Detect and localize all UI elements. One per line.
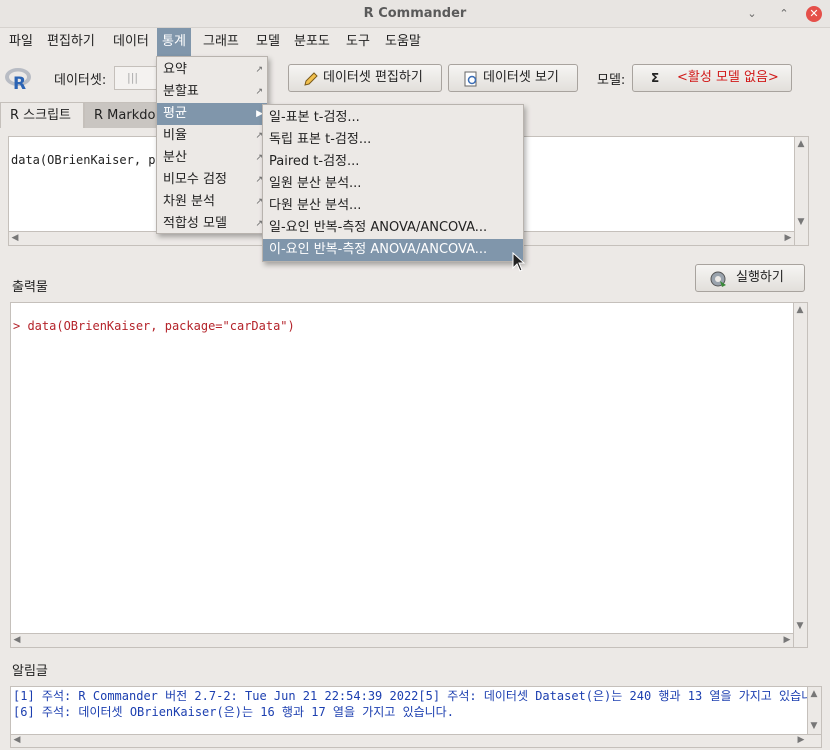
dataset-label: 데이터셋: xyxy=(54,73,107,88)
stats-item-label: 적합성 모델 xyxy=(163,216,227,231)
close-icon[interactable]: ✕ xyxy=(806,6,822,22)
pencil-icon xyxy=(304,72,318,86)
run-button-label: 실행하기 xyxy=(736,270,784,285)
output-line: > data(OBrienKaiser, package="carData") xyxy=(13,319,295,333)
output-horizontal-scrollbar[interactable]: ◀ ▶ xyxy=(11,633,793,647)
stats-item-means[interactable]: 평균 ▶ xyxy=(157,103,267,125)
r-logo-icon: R xyxy=(5,68,31,92)
sigma-icon: Σ xyxy=(651,71,660,85)
stats-item-label: 비모수 검정 xyxy=(163,172,227,187)
edit-dataset-button[interactable]: 데이터셋 편집하기 xyxy=(288,64,442,92)
view-document-icon xyxy=(464,71,477,87)
stats-item-label: 분할표 xyxy=(163,84,199,99)
stats-item-summaries[interactable]: 요약 ↗ xyxy=(157,59,267,81)
means-item-independent-t[interactable]: 독립 표본 t-검정... xyxy=(263,129,523,151)
output-vertical-scrollbar[interactable]: ▲ ▼ xyxy=(793,303,807,647)
stats-item-label: 평균 xyxy=(163,106,187,121)
stats-item-proportions[interactable]: 비율 ↗ xyxy=(157,125,267,147)
toolbar: R 데이터셋: ||| 데이터셋 편집하기 데이터셋 보기 모델: Σ <활성 … xyxy=(0,58,830,100)
means-item-paired-t[interactable]: Paired t-검정... xyxy=(263,151,523,173)
model-selector[interactable]: Σ <활성 모델 없음> xyxy=(632,64,792,92)
scroll-up-icon[interactable]: ▲ xyxy=(795,139,807,149)
messages-pane[interactable]: [1] 주석: R Commander 버전 2.7-2: Tue Jun 21… xyxy=(10,686,822,748)
menu-edit[interactable]: 편집하기 xyxy=(42,28,100,56)
means-item-one-sample-t[interactable]: 일-표본 t-검정... xyxy=(263,107,523,129)
means-item-one-factor-repeated[interactable]: 일-요인 반복-측정 ANOVA/ANCOVA... xyxy=(263,217,523,239)
maximize-icon[interactable]: ⌃ xyxy=(776,6,792,22)
scroll-left-icon[interactable]: ◀ xyxy=(9,233,21,243)
statistics-menu: 요약 ↗ 분할표 ↗ 평균 ▶ 비율 ↗ 분산 ↗ 비모수 검정 ↗ 차원 분석 ↗ 적합성 … xyxy=(156,56,268,234)
messages-horizontal-scrollbar[interactable]: ◀ ▶ xyxy=(11,734,821,747)
messages-vertical-scrollbar[interactable]: ▲ ▼ xyxy=(807,687,821,735)
scroll-up-icon[interactable]: ▲ xyxy=(808,689,820,699)
means-item-multi-way-anova[interactable]: 다원 분산 분석... xyxy=(263,195,523,217)
submenu-arrow-icon: ↗ xyxy=(255,65,263,75)
menu-distributions[interactable]: 분포도 xyxy=(289,28,335,56)
run-button[interactable]: 실행하기 xyxy=(695,264,805,292)
tab-r-script[interactable]: R 스크립트 xyxy=(0,102,84,128)
scroll-right-icon[interactable]: ▶ xyxy=(781,635,793,645)
stats-item-label: 분산 xyxy=(163,150,187,165)
output-label: 출력물 xyxy=(12,280,48,295)
scroll-down-icon[interactable]: ▼ xyxy=(808,721,820,731)
model-label: 모델: xyxy=(597,73,626,88)
menu-models[interactable]: 모델 xyxy=(251,28,285,56)
means-item-two-factor-repeated[interactable]: 이-요인 반복-측정 ANOVA/ANCOVA... xyxy=(263,239,523,261)
scroll-right-icon[interactable]: ▶ xyxy=(782,233,794,243)
stats-item-fit-models[interactable]: 적합성 모델 ↗ xyxy=(157,213,267,235)
message-line: [6] 주석: 데이터셋 OBrienKaiser(은)는 16 행과 17 열… xyxy=(13,705,454,719)
menu-help[interactable]: 도움말 xyxy=(380,28,426,56)
menu-tools[interactable]: 도구 xyxy=(341,28,375,56)
dataset-selector[interactable]: ||| xyxy=(114,66,158,90)
gear-run-icon xyxy=(710,271,726,287)
stats-item-variances[interactable]: 분산 ↗ xyxy=(157,147,267,169)
view-dataset-button[interactable]: 데이터셋 보기 xyxy=(448,64,578,92)
message-line: [1] 주석: R Commander 버전 2.7-2: Tue Jun 21… xyxy=(13,689,822,703)
means-submenu: 일-표본 t-검정... 독립 표본 t-검정... Paired t-검정..… xyxy=(262,104,524,262)
output-pane[interactable]: > data(OBrienKaiser, package="carData") … xyxy=(10,302,808,648)
minimize-icon[interactable]: ⌄ xyxy=(744,6,760,22)
menu-statistics[interactable]: 통계 xyxy=(157,28,191,56)
submenu-arrow-icon: ↗ xyxy=(255,87,263,97)
active-model-value: <활성 모델 없음> xyxy=(677,70,779,85)
means-item-one-way-anova[interactable]: 일원 분산 분석... xyxy=(263,173,523,195)
stats-item-dimensional[interactable]: 차원 분석 ↗ xyxy=(157,191,267,213)
scroll-right-icon[interactable]: ▶ xyxy=(795,735,807,745)
view-dataset-label: 데이터셋 보기 xyxy=(483,70,559,85)
messages-label: 알림글 xyxy=(12,664,48,679)
mouse-cursor-icon xyxy=(512,252,526,272)
stats-item-label: 차원 분석 xyxy=(163,194,215,209)
scroll-down-icon[interactable]: ▼ xyxy=(795,217,807,227)
menu-bar: 파일 편집하기 데이터 통계 그래프 모델 분포도 도구 도움말 xyxy=(0,28,830,56)
scroll-down-icon[interactable]: ▼ xyxy=(794,621,806,631)
svg-text:R: R xyxy=(13,74,26,92)
stats-item-label: 비율 xyxy=(163,128,187,143)
stats-item-label: 요약 xyxy=(163,62,187,77)
edit-dataset-label: 데이터셋 편집하기 xyxy=(323,70,423,85)
window-title: R Commander xyxy=(363,6,467,21)
script-vertical-scrollbar[interactable]: ▲ ▼ xyxy=(794,137,808,245)
menu-file[interactable]: 파일 xyxy=(4,28,38,56)
stats-item-nonparametric[interactable]: 비모수 검정 ↗ xyxy=(157,169,267,191)
title-bar: R Commander ⌄ ⌃ ✕ xyxy=(0,0,830,28)
stats-item-contingency[interactable]: 분할표 ↗ xyxy=(157,81,267,103)
scroll-up-icon[interactable]: ▲ xyxy=(794,305,806,315)
menu-data[interactable]: 데이터 xyxy=(108,28,154,56)
menu-graphs[interactable]: 그래프 xyxy=(198,28,244,56)
scroll-left-icon[interactable]: ◀ xyxy=(11,635,23,645)
scroll-left-icon[interactable]: ◀ xyxy=(11,735,23,745)
